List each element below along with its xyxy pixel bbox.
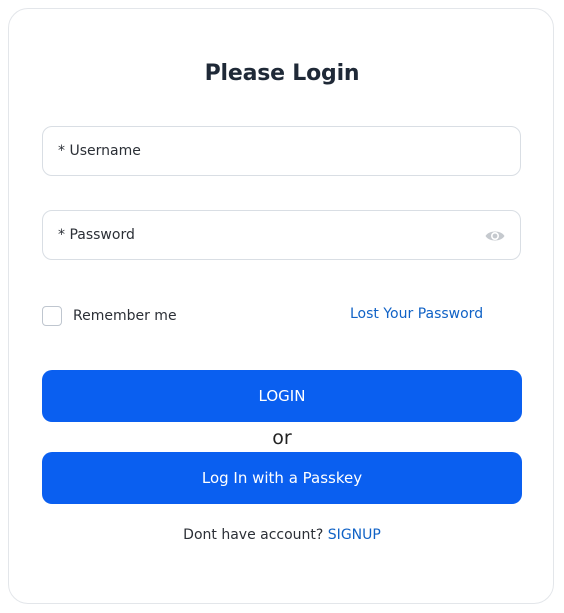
- eye-icon[interactable]: [484, 226, 506, 246]
- or-divider: or: [272, 427, 292, 449]
- login-button[interactable]: LOGIN: [42, 370, 522, 422]
- lost-password-link[interactable]: Lost Your Password: [350, 306, 483, 322]
- password-input[interactable]: [43, 211, 524, 261]
- signup-link[interactable]: SIGNUP: [328, 527, 381, 543]
- signup-prompt-text: Dont have account?: [183, 527, 324, 543]
- username-field[interactable]: * Username: [42, 126, 524, 177]
- passkey-login-button[interactable]: Log In with a Passkey: [42, 452, 522, 504]
- login-card: Please Login * Username * Password Remem…: [8, 8, 554, 604]
- remember-label: Remember me: [73, 308, 177, 324]
- signup-prompt: Dont have account? SIGNUP: [9, 527, 555, 543]
- remember-checkbox[interactable]: [42, 306, 62, 326]
- page-title: Please Login: [204, 61, 360, 86]
- remember-me[interactable]: Remember me: [42, 306, 177, 326]
- username-input[interactable]: [43, 127, 524, 177]
- password-field[interactable]: * Password: [42, 210, 524, 261]
